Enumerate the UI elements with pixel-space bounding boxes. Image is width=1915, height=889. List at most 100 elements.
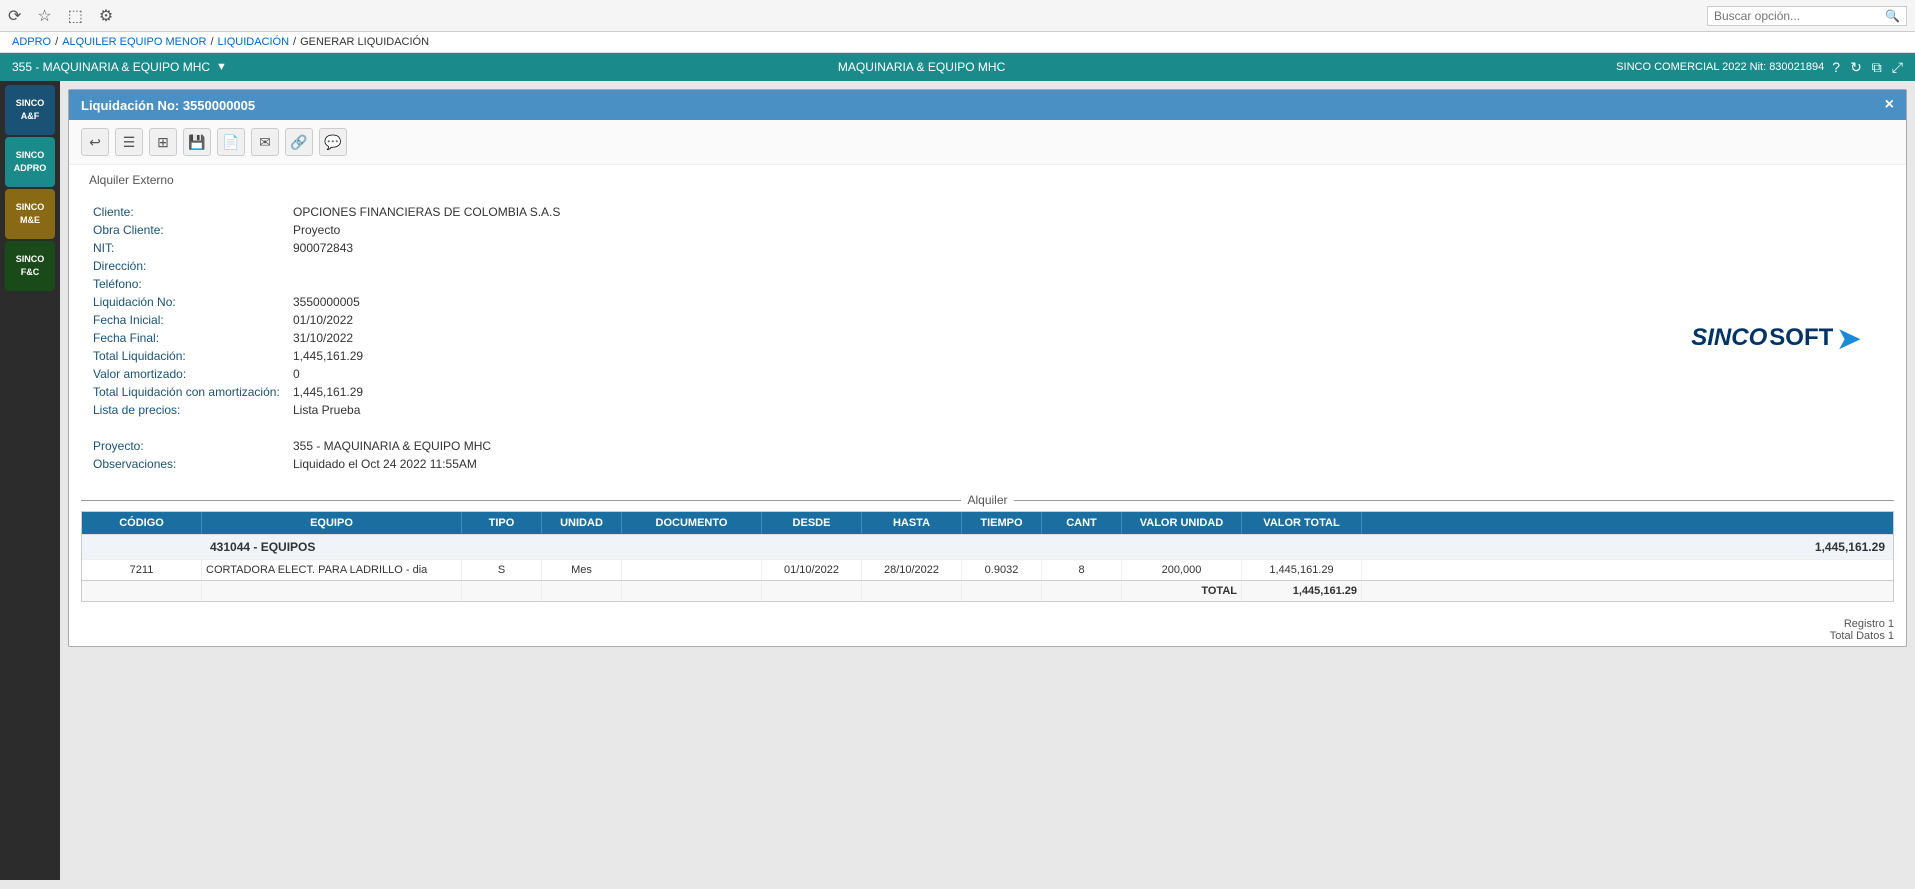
refresh-icon[interactable]: ↻ — [1850, 59, 1862, 76]
info-row-liquidacion-no: Liquidación No: 3550000005 — [89, 293, 564, 311]
star-icon[interactable]: ☆ — [37, 6, 51, 26]
email-button[interactable]: ✉ — [251, 128, 279, 156]
inbox-icon[interactable]: ⬚ — [68, 6, 83, 26]
col-tiempo: TIEMPO — [962, 512, 1042, 534]
info-row-fecha-inicial: Fecha Inicial: 01/10/2022 — [89, 311, 564, 329]
value-proyecto: 355 - MAQUINARIA & EQUIPO MHC — [289, 437, 564, 455]
label-fecha-final: Fecha Final: — [89, 329, 289, 347]
alquiler-section-label: Alquiler — [961, 493, 1013, 507]
table-group-row: 431044 - EQUIPOS 1,445,161.29 — [82, 534, 1893, 559]
group-total: 1,445,161.29 — [1773, 535, 1893, 559]
cell-tiempo: 0.9032 — [962, 560, 1042, 580]
info-row-proyecto: Proyecto: 355 - MAQUINARIA & EQUIPO MHC — [89, 437, 564, 455]
value-total-liq: 1,445,161.29 — [289, 347, 564, 365]
chat-button[interactable]: 💬 — [319, 128, 347, 156]
label-total-liq: Total Liquidación: — [89, 347, 289, 365]
legend-line-left — [81, 500, 961, 501]
breadcrumb-current: GENERAR LIQUIDACIÓN — [300, 36, 429, 48]
company-info: SINCO COMERCIAL 2022 Nit: 830021894 — [1616, 61, 1824, 73]
footer-info: Registro 1 Total Datos 1 — [69, 614, 1906, 646]
doc-button[interactable]: 📄 — [217, 128, 245, 156]
label-lista-precios: Lista de precios: — [89, 401, 289, 419]
sidebar-item-me[interactable]: SINCO M&E — [5, 189, 55, 239]
info-row-valor-amort: Valor amortizado: 0 — [89, 365, 564, 383]
registro-label: Registro 1 — [81, 618, 1894, 630]
document-title: Liquidación No: 3550000005 — [81, 98, 255, 113]
expand-icon[interactable]: ⤢ — [1892, 59, 1903, 76]
col-documento: DOCUMENTO — [622, 512, 762, 534]
info-section: Cliente: OPCIONES FINANCIERAS DE COLOMBI… — [69, 191, 1906, 485]
help-icon[interactable]: ? — [1832, 59, 1840, 76]
sidebar: SINCO A&F SINCO ADPRO SINCO M&E SINCO F&… — [0, 81, 60, 880]
info-row-obra: Obra Cliente: Proyecto — [89, 221, 564, 239]
col-unidad: UNIDAD — [542, 512, 622, 534]
toolbar: ↩ ☰ ⊞ 💾 📄 ✉ 🔗 💬 — [69, 120, 1906, 165]
sidebar-item-af[interactable]: SINCO A&F — [5, 85, 55, 135]
undo-icon[interactable]: ⟳ — [8, 6, 21, 26]
main-content: Liquidación No: 3550000005 × ↩ ☰ ⊞ 💾 📄 ✉… — [60, 81, 1915, 880]
logo-arrow-icon: ➤ — [1837, 322, 1860, 355]
grid-button[interactable]: ⊞ — [149, 128, 177, 156]
top-bar: ⟳ ☆ ⬚ ⚙ 🔍 — [0, 0, 1915, 32]
col-desde: DESDE — [762, 512, 862, 534]
breadcrumb-liquidacion[interactable]: LIQUIDACIÓN — [218, 36, 290, 48]
breadcrumb-adpro[interactable]: ADPRO — [12, 36, 51, 48]
link-button[interactable]: 🔗 — [285, 128, 313, 156]
label-fecha-inicial: Fecha Inicial: — [89, 311, 289, 329]
settings-icon[interactable]: ⚙ — [99, 6, 113, 26]
value-total-amort: 1,445,161.29 — [289, 383, 564, 401]
sidebar-logo-fc: SINCO — [16, 255, 45, 265]
back-button[interactable]: ↩ — [81, 128, 109, 156]
info-right: SINCO SOFT ➤ — [1666, 203, 1886, 473]
breadcrumb: ADPRO / ALQUILER EQUIPO MENOR / LIQUIDAC… — [0, 32, 1915, 53]
sidebar-logo-af: SINCO — [16, 99, 45, 109]
sincosoft-logo: SINCO SOFT ➤ — [1691, 322, 1860, 355]
col-hasta: HASTA — [862, 512, 962, 534]
cell-tipo: S — [462, 560, 542, 580]
layout: SINCO A&F SINCO ADPRO SINCO M&E SINCO F&… — [0, 81, 1915, 880]
info-row-telefono: Teléfono: — [89, 275, 564, 293]
module-dropdown-icon[interactable]: ▼ — [216, 61, 227, 73]
window-icon[interactable]: ⧉ — [1872, 59, 1882, 76]
info-row-cliente: Cliente: OPCIONES FINANCIERAS DE COLOMBI… — [89, 203, 564, 221]
col-valor-total: VALOR TOTAL — [1242, 512, 1362, 534]
legend-line-right — [1014, 500, 1894, 501]
col-equipo: EQUIPO — [202, 512, 462, 534]
close-icon[interactable]: × — [1885, 96, 1894, 114]
table-header: CÓDIGO EQUIPO TIPO UNIDAD DOCUMENTO DESD… — [82, 512, 1893, 534]
cell-valor-unidad: 200,000 — [1122, 560, 1242, 580]
info-row-total-amort: Total Liquidación con amortización: 1,44… — [89, 383, 564, 401]
save-button[interactable]: 💾 — [183, 128, 211, 156]
table-row: 7211 CORTADORA ELECT. PARA LADRILLO - di… — [82, 559, 1893, 580]
sidebar-item-adpro[interactable]: SINCO ADPRO — [5, 137, 55, 187]
module-bar-right: SINCO COMERCIAL 2022 Nit: 830021894 ? ↻ … — [1616, 59, 1903, 76]
value-obra: Proyecto — [289, 221, 564, 239]
sidebar-label-me: M&E — [20, 215, 40, 225]
info-row-nit: NIT: 900072843 — [89, 239, 564, 257]
cell-codigo: 7211 — [82, 560, 202, 580]
group-codigo — [82, 535, 202, 559]
info-row-spacer — [89, 419, 564, 437]
info-row-observaciones: Observaciones: Liquidado el Oct 24 2022 … — [89, 455, 564, 473]
breadcrumb-alquiler[interactable]: ALQUILER EQUIPO MENOR — [62, 36, 206, 48]
cell-documento — [622, 560, 762, 580]
label-telefono: Teléfono: — [89, 275, 289, 293]
label-observaciones: Observaciones: — [89, 455, 289, 473]
sidebar-label-adpro: ADPRO — [14, 163, 47, 173]
search-bar[interactable]: 🔍 — [1707, 6, 1907, 26]
label-total-amort: Total Liquidación con amortización: — [89, 383, 289, 401]
search-input[interactable] — [1714, 9, 1885, 23]
label-direccion: Dirección: — [89, 257, 289, 275]
list-button[interactable]: ☰ — [115, 128, 143, 156]
cell-hasta: 28/10/2022 — [862, 560, 962, 580]
logo-soft: SOFT — [1769, 324, 1833, 352]
info-row-lista-precios: Lista de precios: Lista Prueba — [89, 401, 564, 419]
info-left: Cliente: OPCIONES FINANCIERAS DE COLOMBI… — [89, 203, 1666, 473]
cell-equipo: CORTADORA ELECT. PARA LADRILLO - dia — [202, 560, 462, 580]
value-nit: 900072843 — [289, 239, 564, 257]
value-fecha-inicial: 01/10/2022 — [289, 311, 564, 329]
sidebar-item-fc[interactable]: SINCO F&C — [5, 241, 55, 291]
alquiler-table: CÓDIGO EQUIPO TIPO UNIDAD DOCUMENTO DESD… — [81, 511, 1894, 602]
logo-sinco: SINCO — [1691, 324, 1767, 352]
document-window: Liquidación No: 3550000005 × ↩ ☰ ⊞ 💾 📄 ✉… — [68, 89, 1907, 647]
